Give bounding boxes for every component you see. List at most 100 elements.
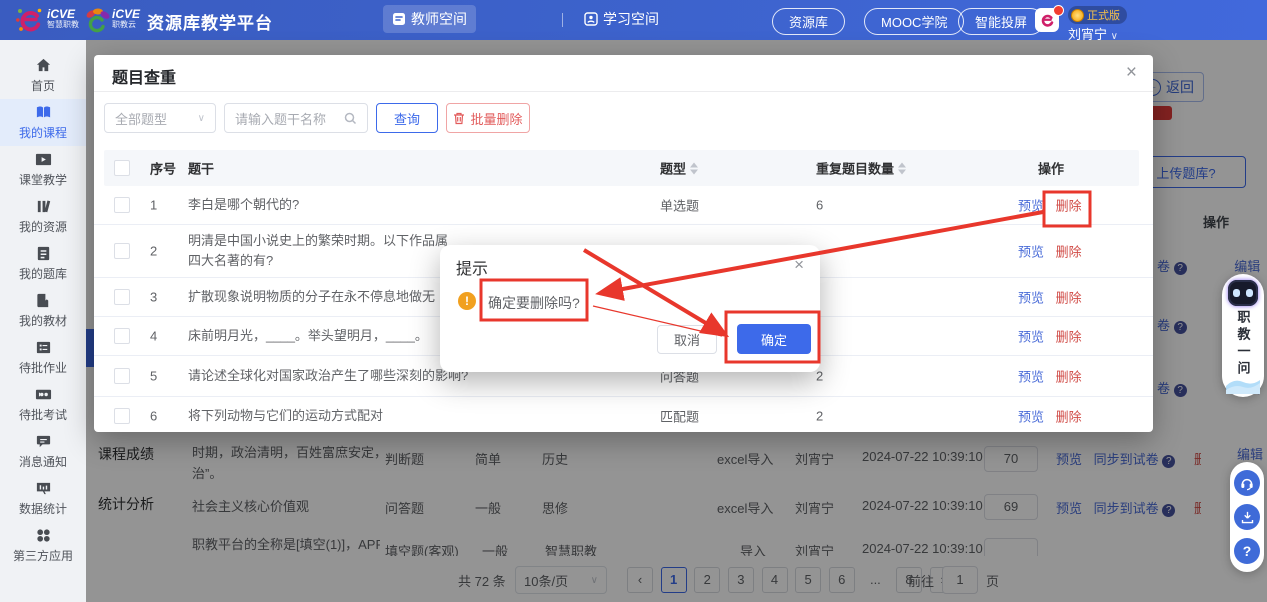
row-checkbox[interactable] <box>114 289 130 305</box>
homework-list-icon <box>35 339 52 356</box>
preview-link[interactable]: 预览 <box>1018 245 1044 260</box>
warning-icon: ! <box>458 292 476 310</box>
sidebar-item-my-textbooks[interactable]: 我的教材 <box>0 287 86 334</box>
row-checkbox[interactable] <box>114 408 130 424</box>
preview-link[interactable]: 预览 <box>1018 410 1044 425</box>
modal-close-icon[interactable]: × <box>1126 63 1137 82</box>
title-line: 明清是中国小说史上的繁荣时期。以下作品属 <box>188 231 448 251</box>
delete-link[interactable]: 删除 <box>1056 245 1082 260</box>
cell-actions: 预览 删除 <box>1018 367 1082 386</box>
sidebar-label: 我的教材 <box>19 312 67 329</box>
smart-cast-button[interactable]: 智能投屏 <box>958 8 1044 35</box>
row-checkbox[interactable] <box>114 368 130 384</box>
dialog-message: 确定要删除吗? <box>488 293 580 313</box>
download-button[interactable] <box>1234 504 1260 530</box>
brand1-subtitle: 智慧职教 <box>47 20 79 29</box>
row-checkbox[interactable] <box>114 243 130 259</box>
sort-icon[interactable] <box>898 163 906 175</box>
assistant-widget[interactable]: 职教一问 <box>1222 274 1264 397</box>
col-count-label: 重复题目数量 <box>816 162 894 177</box>
cell-title: 扩散现象说明物质的分子在永不停息地做无 <box>188 287 435 307</box>
type-filter-select[interactable]: 全部题型 ∨ <box>104 103 216 133</box>
delete-link[interactable]: 删除 <box>1056 199 1082 214</box>
sidebar-item-my-resources[interactable]: 我的资源 <box>0 193 86 240</box>
books-icon <box>35 198 52 215</box>
tab-teacher-space[interactable]: 教师空间 <box>383 5 476 33</box>
cell-no: 1 <box>150 198 157 213</box>
nav-divider <box>562 13 563 27</box>
delete-link[interactable]: 删除 <box>1056 370 1082 385</box>
sidebar-item-messages[interactable]: 消息通知 <box>0 428 86 475</box>
robot-eye <box>1233 289 1240 297</box>
sidebar-item-pending-homework[interactable]: 待批作业 <box>0 334 86 381</box>
sidebar-label: 我的资源 <box>19 218 67 235</box>
sidebar-item-statistics[interactable]: 数据统计 <box>0 475 86 522</box>
sidebar-label: 我的题库 <box>19 265 67 282</box>
select-all-checkbox[interactable] <box>114 160 130 176</box>
sidebar-label: 待批考试 <box>19 406 67 423</box>
mooc-college-button[interactable]: MOOC学院 <box>864 8 964 35</box>
play-video-icon <box>35 151 52 168</box>
cell-actions: 预览 删除 <box>1018 288 1082 307</box>
dialog-close-icon[interactable]: × <box>794 255 804 274</box>
robot-eye <box>1246 289 1253 297</box>
preview-link[interactable]: 预览 <box>1018 199 1044 214</box>
zhijiaoyun-logo-icon <box>84 7 110 33</box>
question-bank-icon <box>35 245 52 262</box>
confirm-button[interactable]: 确定 <box>737 324 811 354</box>
sidebar-item-pending-exams[interactable]: 待批考试 <box>0 381 86 428</box>
preview-link[interactable]: 预览 <box>1018 291 1044 306</box>
medal-icon <box>1071 9 1084 22</box>
search-input[interactable]: 请输入题干名称 <box>224 103 368 133</box>
exam-score-icon <box>35 386 52 403</box>
row-checkbox[interactable] <box>114 197 130 213</box>
delete-link[interactable]: 删除 <box>1056 410 1082 425</box>
delete-link[interactable]: 删除 <box>1056 330 1082 345</box>
sidebar-label: 首页 <box>31 77 55 94</box>
cell-type: 匹配题 <box>660 407 699 426</box>
help-button[interactable]: ? <box>1234 538 1260 564</box>
cell-no: 6 <box>150 409 157 424</box>
batch-delete-button[interactable]: 批量删除 <box>446 103 530 133</box>
textbook-icon <box>35 292 52 309</box>
tab-student-space[interactable]: 学习空间 <box>575 5 668 33</box>
sort-icon[interactable] <box>690 163 698 175</box>
cell-no: 3 <box>150 290 157 305</box>
col-type-label: 题型 <box>660 162 686 177</box>
brand-zhijiaoyun: iCVE 职教云 <box>112 8 140 29</box>
sidebar-label: 待批作业 <box>19 359 67 376</box>
trash-icon <box>453 112 465 125</box>
platform-title: 资源库教学平台 <box>147 9 273 34</box>
cell-actions: 预览 删除 <box>1018 196 1082 215</box>
cell-title: 明清是中国小说史上的繁荣时期。以下作品属四大名著的有? <box>188 231 448 271</box>
sidebar-item-my-question-bank[interactable]: 我的题库 <box>0 240 86 287</box>
sidebar-item-home[interactable]: 首页 <box>0 52 86 99</box>
col-type[interactable]: 题型 <box>660 159 698 178</box>
duplicate-check-modal: 题目查重 × 全部题型 ∨ 请输入题干名称 查询 批量删除 序号 题干 题型 重 <box>94 55 1153 432</box>
brand1-name: iCVE <box>47 8 79 20</box>
cell-count: 2 <box>816 409 823 424</box>
confirm-dialog: 提示 × ! 确定要删除吗? 取消 确定 <box>440 245 820 372</box>
icve-logo-icon <box>16 6 43 34</box>
sidebar-item-third-party-apps[interactable]: 第三方应用 <box>0 522 86 569</box>
sidebar-label: 课堂教学 <box>19 171 67 188</box>
customer-service-button[interactable] <box>1234 470 1260 496</box>
query-button[interactable]: 查询 <box>376 103 438 133</box>
preview-link[interactable]: 预览 <box>1018 370 1044 385</box>
message-bubble-icon <box>35 433 52 450</box>
sidebar-item-classroom[interactable]: 课堂教学 <box>0 146 86 193</box>
col-count[interactable]: 重复题目数量 <box>816 159 906 178</box>
cell-title: 李白是哪个朝代的? <box>188 195 299 215</box>
notification-dot <box>1053 5 1064 16</box>
cancel-button[interactable]: 取消 <box>657 325 717 354</box>
app-header: iCVE 智慧职教 iCVE 职教云 资源库教学平台 教师空间 <box>0 0 1267 40</box>
student-space-icon <box>584 12 598 26</box>
delete-link[interactable]: 删除 <box>1056 291 1082 306</box>
dialog-title: 提示 <box>456 255 488 279</box>
preview-link[interactable]: 预览 <box>1018 330 1044 345</box>
modal-divider <box>94 91 1153 92</box>
sidebar-item-my-courses[interactable]: 我的课程 <box>0 99 86 146</box>
resource-library-button[interactable]: 资源库 <box>772 8 845 35</box>
table-header: 序号 题干 题型 重复题目数量 操作 <box>104 150 1139 186</box>
row-checkbox[interactable] <box>114 328 130 344</box>
